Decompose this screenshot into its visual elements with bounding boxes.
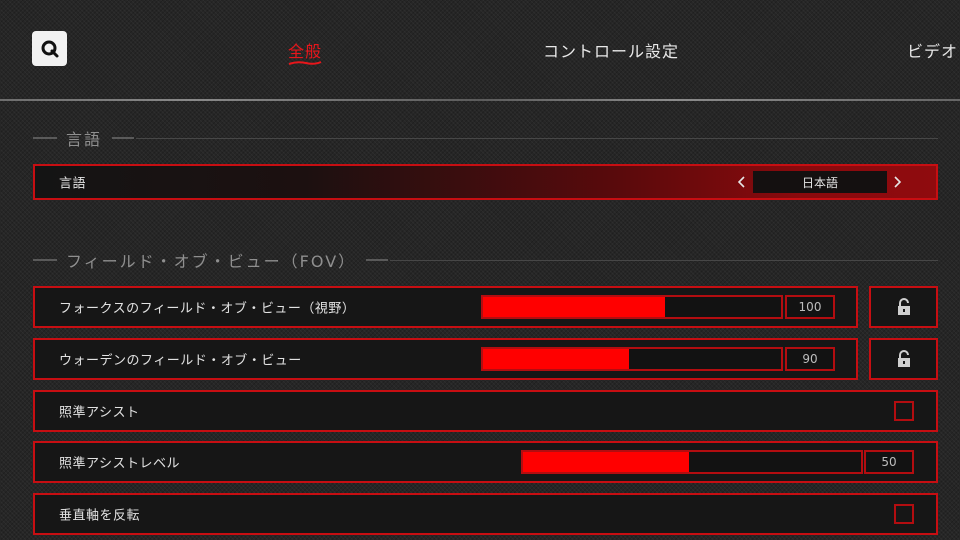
slider-fill	[523, 452, 689, 472]
aim-assist-level-label: 照準アシストレベル	[59, 456, 180, 472]
section-title-fov: フィールド・オブ・ビュー（FOV）	[66, 252, 357, 271]
invert-y-axis-row[interactable]: 垂直軸を反転	[33, 493, 938, 535]
section-title-language: 言語	[66, 130, 103, 149]
warden-fov-row: ウォーデンのフィールド・オブ・ビュー 90	[33, 338, 858, 380]
hunter-fov-lock-button[interactable]	[869, 286, 938, 328]
aim-assist-checkbox[interactable]	[894, 401, 914, 421]
tab-video[interactable]: ビデオ	[907, 38, 958, 62]
hunter-fov-row: フォークスのフィールド・オブ・ビュー（視野） 100	[33, 286, 858, 328]
warden-fov-value[interactable]: 90	[785, 347, 835, 371]
aim-assist-level-slider[interactable]	[521, 450, 863, 474]
language-label: 言語	[59, 176, 87, 192]
section-dash	[33, 259, 57, 261]
language-row[interactable]: 言語 日本語	[33, 164, 938, 200]
warden-fov-lock-button[interactable]	[869, 338, 938, 380]
tab-controls[interactable]: コントロール設定	[543, 38, 679, 62]
lock-icon	[897, 298, 910, 315]
chevron-left-icon[interactable]	[734, 174, 748, 190]
aim-assist-row[interactable]: 照準アシスト	[33, 390, 938, 432]
section-rule	[390, 259, 938, 261]
hunter-fov-value[interactable]: 100	[785, 295, 835, 319]
language-value: 日本語	[753, 171, 887, 193]
invert-y-axis-checkbox[interactable]	[894, 504, 914, 524]
app-logo[interactable]	[32, 31, 67, 66]
tab-general[interactable]: 全般	[288, 38, 322, 62]
section-dash	[366, 259, 389, 261]
slider-fill	[483, 297, 665, 317]
warden-fov-slider[interactable]	[481, 347, 783, 371]
tab-active-underline	[288, 61, 322, 65]
chevron-right-icon[interactable]	[891, 174, 905, 190]
section-header-language: 言語	[33, 128, 938, 149]
invert-y-axis-label: 垂直軸を反転	[59, 508, 141, 524]
magnifier-logo-icon	[41, 40, 58, 57]
top-nav-bar: 全般 コントロール設定 ビデオ	[0, 0, 960, 101]
aim-assist-label: 照準アシスト	[59, 405, 140, 421]
warden-fov-label: ウォーデンのフィールド・オブ・ビュー	[59, 353, 302, 369]
aim-assist-level-value[interactable]: 50	[864, 450, 914, 474]
section-dash	[33, 137, 57, 139]
hunter-fov-slider[interactable]	[481, 295, 783, 319]
slider-fill	[483, 349, 630, 369]
section-dash	[112, 137, 135, 139]
section-rule	[136, 137, 938, 139]
aim-assist-level-row: 照準アシストレベル 50	[33, 441, 938, 483]
section-header-fov: フィールド・オブ・ビュー（FOV）	[33, 250, 938, 271]
hunter-fov-label: フォークスのフィールド・オブ・ビュー（視野）	[59, 301, 356, 317]
lock-icon	[897, 350, 910, 367]
top-divider	[0, 99, 960, 101]
